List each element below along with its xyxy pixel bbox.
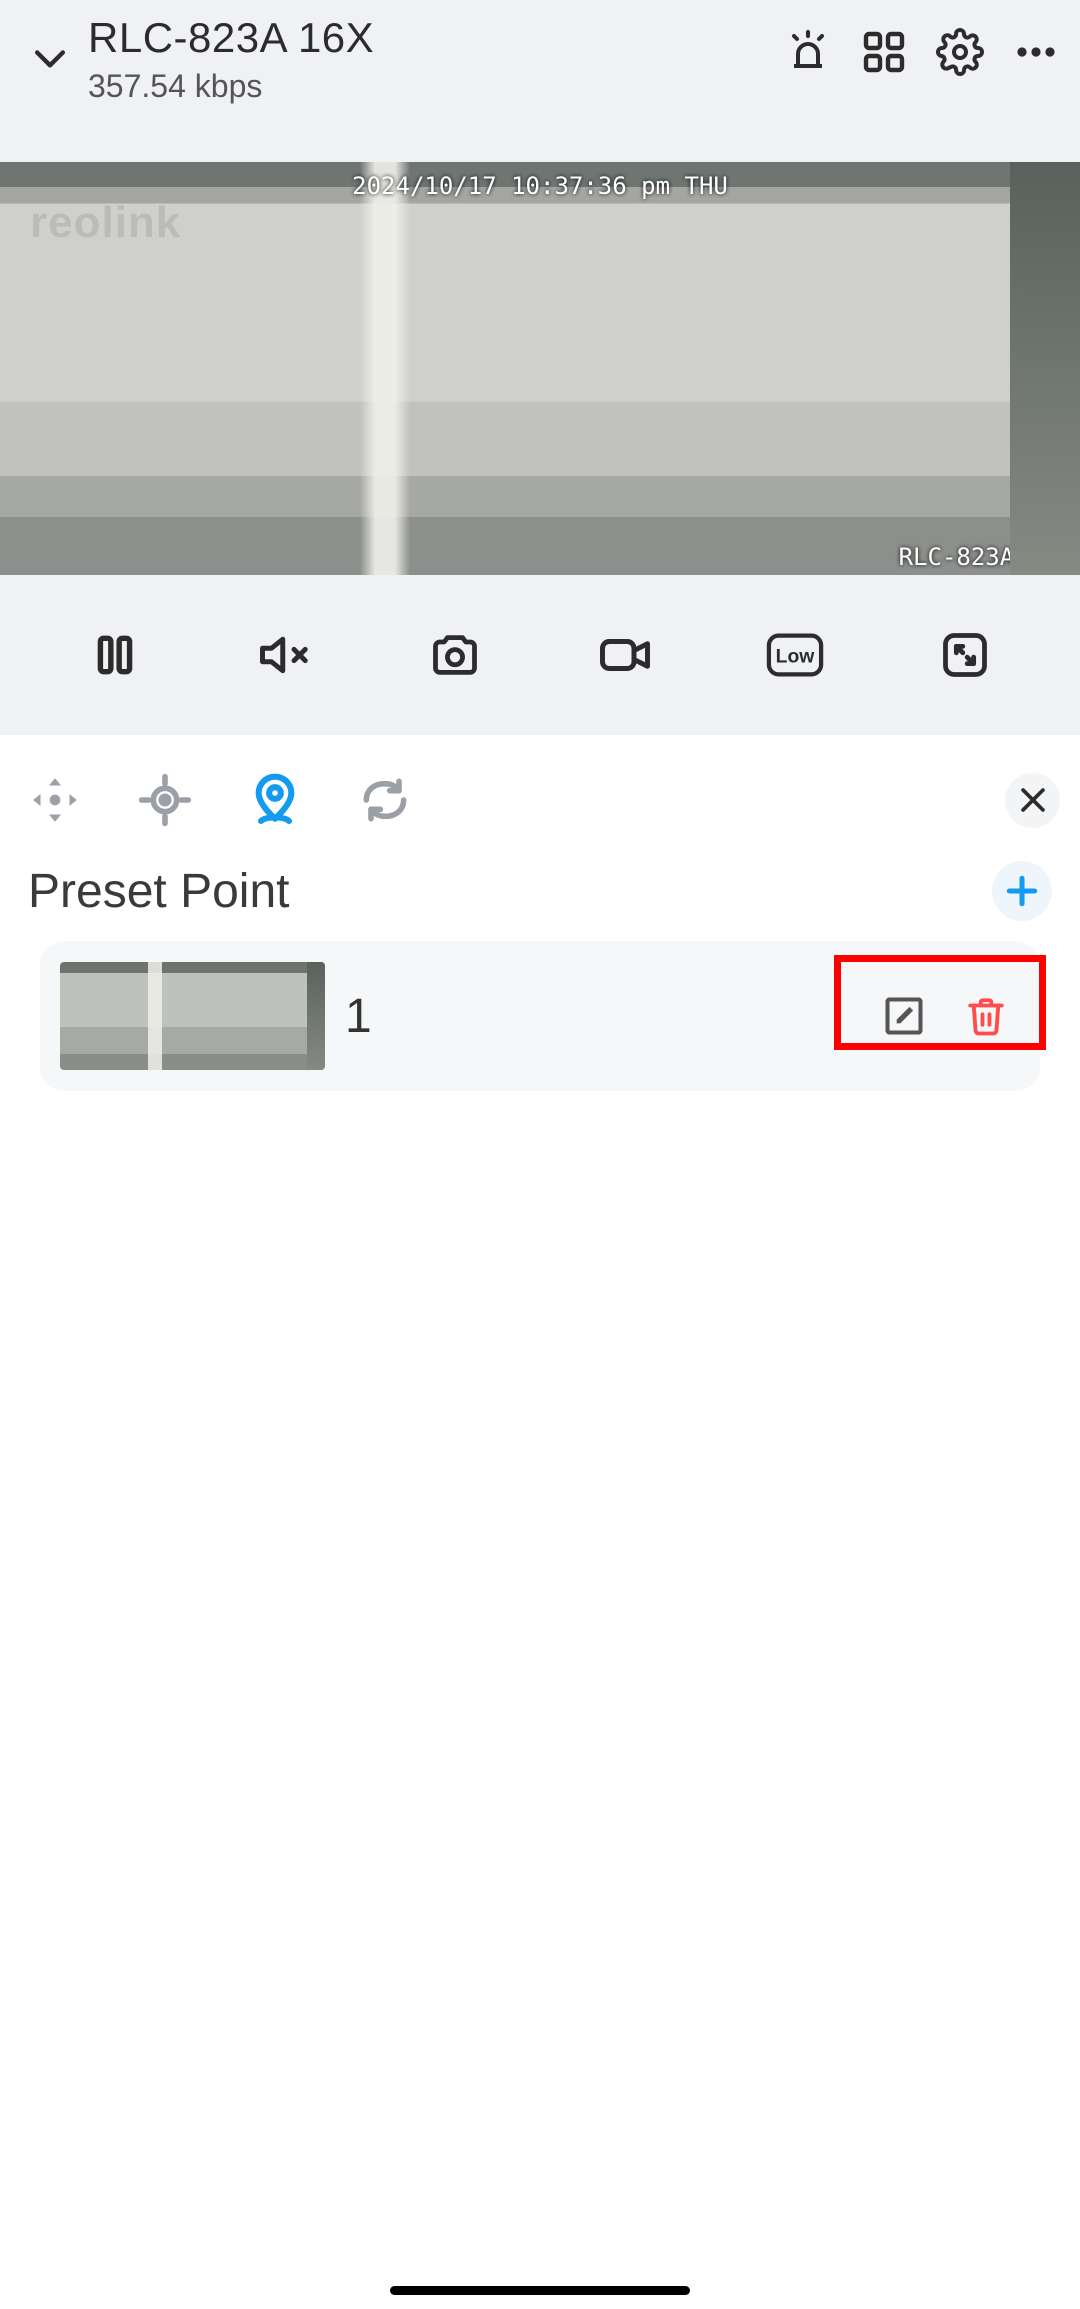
edit-preset-button[interactable]	[880, 992, 928, 1040]
more-button[interactable]	[1012, 28, 1060, 76]
settings-button[interactable]	[936, 28, 984, 76]
preset-thumbnail	[60, 962, 325, 1070]
fullscreen-button[interactable]	[935, 625, 995, 685]
video-container: reolink 2024/10/17 10:37:36 pm THU RLC-8…	[0, 162, 1080, 575]
multiview-button[interactable]	[860, 28, 908, 76]
gear-icon	[936, 27, 984, 77]
control-bar: Low	[0, 575, 1080, 735]
map-pin-icon	[247, 772, 303, 828]
volume-mute-icon	[258, 628, 312, 682]
snapshot-button[interactable]	[425, 625, 485, 685]
svg-text:Low: Low	[776, 647, 816, 668]
ptz-move-icon	[26, 771, 84, 829]
preset-actions	[880, 992, 1020, 1040]
camera-bitrate: 357.54 kbps	[88, 68, 784, 105]
record-button[interactable]	[595, 625, 655, 685]
quality-button[interactable]: Low	[765, 625, 825, 685]
dropdown-toggle[interactable]	[20, 28, 80, 88]
header-bar: RLC-823A 16X 357.54 kbps	[0, 0, 1080, 162]
edit-icon	[882, 994, 926, 1038]
fullscreen-icon	[939, 629, 991, 681]
monitor-point-tab[interactable]	[130, 765, 200, 835]
camera-icon	[429, 629, 481, 681]
mute-button[interactable]	[255, 625, 315, 685]
siren-icon	[784, 28, 832, 76]
pause-button[interactable]	[85, 625, 145, 685]
close-panel-button[interactable]	[1005, 773, 1060, 828]
ptz-tab-row	[0, 755, 1080, 855]
header-icons	[784, 28, 1060, 76]
preset-point-tab[interactable]	[240, 765, 310, 835]
add-preset-button[interactable]	[992, 861, 1052, 921]
video-record-icon	[598, 628, 652, 682]
brand-watermark: reolink	[30, 198, 181, 248]
more-icon	[1012, 28, 1060, 76]
ptz-panel: Preset Point 1	[0, 735, 1080, 2305]
pause-icon	[90, 630, 140, 680]
target-icon	[137, 772, 193, 828]
video-camera-label: RLC-823A 16X	[899, 543, 1072, 571]
close-icon	[1016, 783, 1050, 817]
trash-icon	[965, 995, 1007, 1037]
chevron-down-icon	[28, 36, 72, 80]
patrol-tab[interactable]	[350, 765, 420, 835]
delete-preset-button[interactable]	[962, 992, 1010, 1040]
plus-icon	[1003, 872, 1041, 910]
preset-name: 1	[345, 989, 372, 1044]
camera-title: RLC-823A 16X	[88, 14, 784, 62]
patrol-icon	[357, 772, 413, 828]
preset-item[interactable]: 1	[40, 941, 1040, 1091]
video-timestamp: 2024/10/17 10:37:36 pm THU	[352, 172, 728, 200]
siren-button[interactable]	[784, 28, 832, 76]
title-block: RLC-823A 16X 357.54 kbps	[80, 10, 784, 105]
home-indicator	[390, 2286, 690, 2295]
section-title: Preset Point	[28, 864, 289, 919]
grid-icon	[860, 28, 908, 76]
live-video[interactable]: reolink 2024/10/17 10:37:36 pm THU RLC-8…	[0, 162, 1080, 575]
ptture--tab[interactable]	[20, 765, 90, 835]
section-header: Preset Point	[0, 855, 1080, 941]
quality-icon: Low	[766, 630, 824, 680]
